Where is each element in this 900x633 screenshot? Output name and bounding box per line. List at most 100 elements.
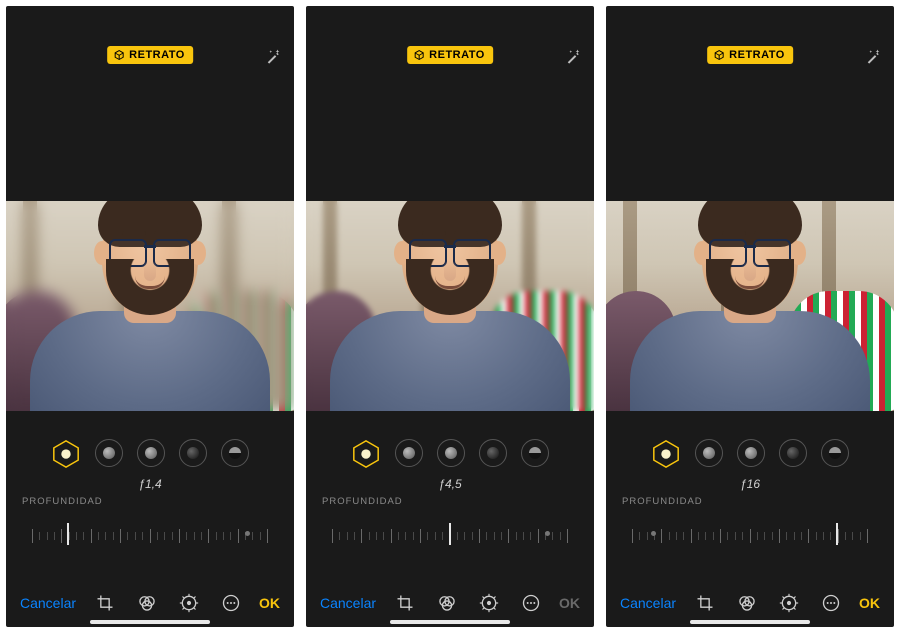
crop-button[interactable]: [695, 593, 715, 613]
adjust-button[interactable]: [779, 593, 799, 613]
depth-slider[interactable]: [22, 515, 278, 555]
cube-icon: [113, 49, 125, 61]
home-indicator[interactable]: [390, 620, 510, 624]
bottom-toolbar: Cancelar OK: [606, 593, 894, 613]
hexagon-icon: [651, 439, 681, 469]
auto-enhance-wand-icon: [564, 48, 582, 66]
portrait-mode-label: RETRATO: [429, 49, 485, 61]
depth-aperture-value: ƒ1,4: [138, 477, 161, 491]
slider-pointer: [67, 523, 69, 545]
adjust-button[interactable]: [179, 593, 199, 613]
more-ellipsis-icon: [221, 593, 241, 613]
auto-enhance-wand-icon: [264, 48, 282, 66]
hexagon-icon: [51, 439, 81, 469]
crop-button[interactable]: [95, 593, 115, 613]
cancel-button[interactable]: Cancelar: [620, 595, 676, 611]
adjust-dial-icon: [779, 593, 799, 613]
lighting-stage[interactable]: [479, 439, 507, 467]
lighting-contour[interactable]: [137, 439, 165, 467]
filters-button[interactable]: [137, 593, 157, 613]
photo-preview[interactable]: [606, 201, 894, 411]
lighting-stage[interactable]: [779, 439, 807, 467]
filters-icon: [137, 593, 157, 613]
more-ellipsis-icon: [821, 593, 841, 613]
edit-tools: [395, 593, 541, 613]
done-button[interactable]: OK: [859, 595, 880, 611]
portrait-mode-badge[interactable]: RETRATO: [707, 46, 793, 64]
portrait-lighting-effects: [306, 439, 594, 469]
portrait-mode-badge[interactable]: RETRATO: [107, 46, 193, 64]
depth-control: PROFUNDIDAD ƒ16: [606, 491, 894, 555]
depth-aperture-value: ƒ16: [740, 477, 760, 491]
photo-preview[interactable]: [6, 201, 294, 411]
lighting-natural-selected[interactable]: [651, 439, 681, 469]
depth-control: PROFUNDIDAD ƒ1,4: [6, 491, 294, 555]
photo-preview[interactable]: [306, 201, 594, 411]
more-button[interactable]: [521, 593, 541, 613]
adjust-dial-icon: [179, 593, 199, 613]
depth-aperture-value: ƒ4,5: [438, 477, 461, 491]
more-button[interactable]: [221, 593, 241, 613]
more-button[interactable]: [821, 593, 841, 613]
auto-enhance-button[interactable]: [864, 48, 882, 71]
bottom-toolbar: Cancelar OK: [306, 593, 594, 613]
lighting-natural-selected[interactable]: [351, 439, 381, 469]
home-indicator[interactable]: [690, 620, 810, 624]
more-ellipsis-icon: [521, 593, 541, 613]
lighting-studio[interactable]: [695, 439, 723, 467]
done-button[interactable]: OK: [259, 595, 280, 611]
home-indicator[interactable]: [90, 620, 210, 624]
slider-pointer: [449, 523, 451, 545]
adjust-dial-icon: [479, 593, 499, 613]
photo-edit-screen: RETRATO: [306, 6, 594, 627]
cancel-button[interactable]: Cancelar: [20, 595, 76, 611]
slider-origin-dot: [651, 531, 656, 536]
auto-enhance-button[interactable]: [564, 48, 582, 71]
top-bar: RETRATO: [606, 6, 894, 76]
portrait-mode-label: RETRATO: [729, 49, 785, 61]
crop-rotate-icon: [695, 593, 715, 613]
depth-label: PROFUNDIDAD: [322, 496, 403, 507]
lighting-stage-mono[interactable]: [521, 439, 549, 467]
lighting-natural-selected[interactable]: [51, 439, 81, 469]
edit-tools: [695, 593, 841, 613]
edit-tools: [95, 593, 241, 613]
slider-pointer: [836, 523, 838, 545]
hexagon-icon: [351, 439, 381, 469]
depth-label: PROFUNDIDAD: [22, 496, 103, 507]
depth-control: PROFUNDIDAD ƒ4,5: [306, 491, 594, 555]
lighting-studio[interactable]: [395, 439, 423, 467]
lighting-studio[interactable]: [95, 439, 123, 467]
depth-slider[interactable]: [322, 515, 578, 555]
bottom-toolbar: Cancelar OK: [6, 593, 294, 613]
filters-button[interactable]: [437, 593, 457, 613]
adjust-button[interactable]: [479, 593, 499, 613]
cube-icon: [713, 49, 725, 61]
cancel-button[interactable]: Cancelar: [320, 595, 376, 611]
crop-rotate-icon: [395, 593, 415, 613]
portrait-lighting-effects: [6, 439, 294, 469]
done-button[interactable]: OK: [559, 595, 580, 611]
photo-subject: [650, 201, 850, 411]
photo-subject: [50, 201, 250, 411]
slider-ticks: [632, 529, 868, 543]
portrait-mode-badge[interactable]: RETRATO: [407, 46, 493, 64]
photo-edit-screen: RETRATO: [6, 6, 294, 627]
lighting-stage-mono[interactable]: [821, 439, 849, 467]
filters-icon: [437, 593, 457, 613]
crop-rotate-icon: [95, 593, 115, 613]
auto-enhance-button[interactable]: [264, 48, 282, 71]
photo-subject: [350, 201, 550, 411]
depth-slider[interactable]: [622, 515, 878, 555]
crop-button[interactable]: [395, 593, 415, 613]
top-bar: RETRATO: [306, 6, 594, 76]
filters-icon: [737, 593, 757, 613]
lighting-contour[interactable]: [737, 439, 765, 467]
lighting-contour[interactable]: [437, 439, 465, 467]
portrait-mode-label: RETRATO: [129, 49, 185, 61]
depth-label: PROFUNDIDAD: [622, 496, 703, 507]
lighting-stage[interactable]: [179, 439, 207, 467]
lighting-stage-mono[interactable]: [221, 439, 249, 467]
auto-enhance-wand-icon: [864, 48, 882, 66]
filters-button[interactable]: [737, 593, 757, 613]
